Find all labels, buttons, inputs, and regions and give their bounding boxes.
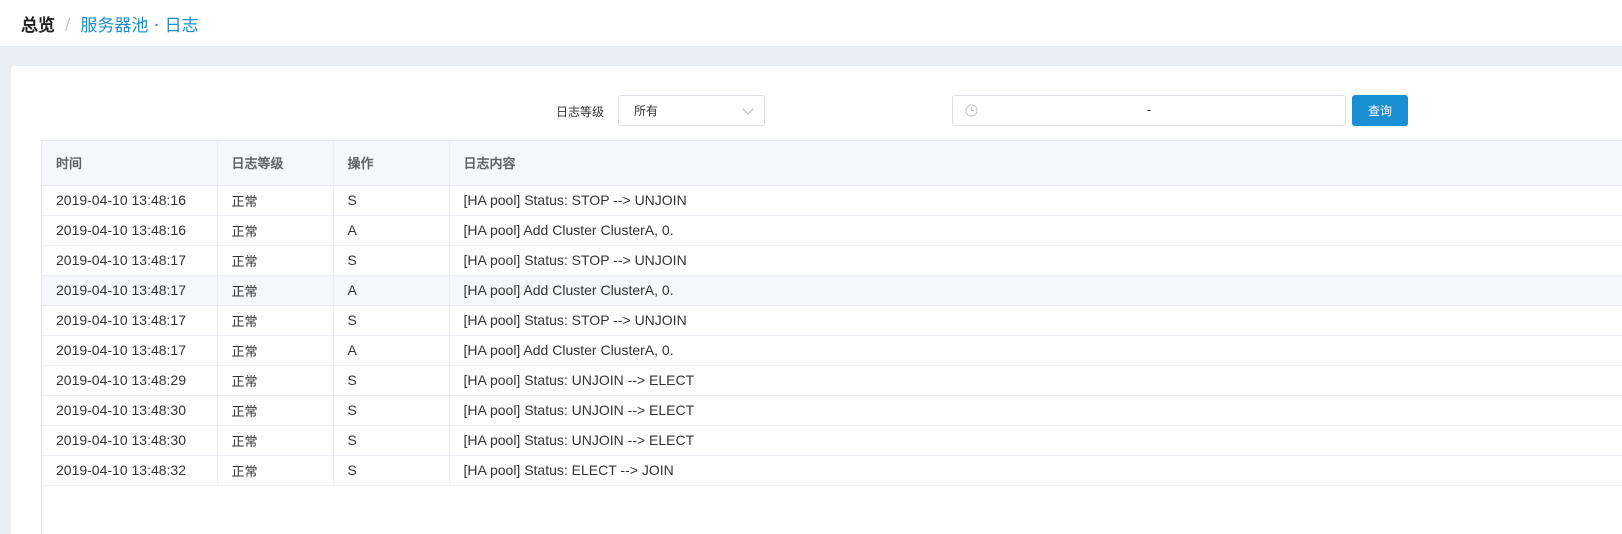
table-row[interactable]: 2019-04-10 13:48:17 正常 A [HA pool] Add C… bbox=[42, 335, 1622, 366]
breadcrumb-root[interactable]: 总览 bbox=[21, 11, 55, 36]
cell-time: 2019-04-10 13:48:17 bbox=[42, 335, 218, 366]
cell-time: 2019-04-10 13:48:17 bbox=[42, 275, 218, 306]
cell-level: 正常 bbox=[217, 305, 334, 336]
cell-content: [HA pool] Status: UNJOIN --> ELECT bbox=[449, 425, 1622, 456]
cell-level: 正常 bbox=[217, 365, 334, 396]
table-header-row: 时间 日志等级 操作 日志内容 bbox=[42, 141, 1622, 186]
column-header-content[interactable]: 日志内容 bbox=[449, 141, 1622, 186]
cell-level: 正常 bbox=[217, 215, 334, 246]
date-range-picker[interactable]: - bbox=[952, 95, 1346, 126]
cell-level: 正常 bbox=[217, 395, 334, 426]
cell-time: 2019-04-10 13:48:16 bbox=[42, 185, 218, 216]
cell-content: [HA pool] Status: UNJOIN --> ELECT bbox=[449, 395, 1622, 426]
cell-time: 2019-04-10 13:48:17 bbox=[42, 245, 218, 276]
cell-operation: S bbox=[333, 365, 450, 396]
table-row[interactable]: 2019-04-10 13:48:30 正常 S [HA pool] Statu… bbox=[42, 425, 1622, 456]
column-header-level[interactable]: 日志等级 bbox=[217, 141, 334, 186]
column-header-operation[interactable]: 操作 bbox=[333, 141, 450, 186]
log-level-select[interactable]: 所有 bbox=[618, 95, 765, 126]
cell-content: [HA pool] Add Cluster ClusterA, 0. bbox=[449, 215, 1622, 246]
log-table: 时间 日志等级 操作 日志内容 2019-04-10 13:48:16 正常 S… bbox=[41, 140, 1622, 534]
breadcrumb-separator: / bbox=[65, 13, 71, 33]
table-row[interactable]: 2019-04-10 13:48:17 正常 S [HA pool] Statu… bbox=[42, 245, 1622, 276]
table-row[interactable]: 2019-04-10 13:48:16 正常 A [HA pool] Add C… bbox=[42, 215, 1622, 246]
cell-operation: S bbox=[333, 395, 450, 426]
cell-content: [HA pool] Add Cluster ClusterA, 0. bbox=[449, 335, 1622, 366]
cell-level: 正常 bbox=[217, 245, 334, 276]
log-level-label: 日志等级 bbox=[556, 105, 605, 119]
cell-operation: A bbox=[333, 215, 450, 246]
cell-operation: S bbox=[333, 455, 450, 486]
cell-operation: S bbox=[333, 245, 450, 276]
cell-operation: S bbox=[333, 185, 450, 216]
cell-content: [HA pool] Status: ELECT --> JOIN bbox=[449, 455, 1622, 486]
cell-time: 2019-04-10 13:48:16 bbox=[42, 215, 218, 246]
cell-content: [HA pool] Status: STOP --> UNJOIN bbox=[449, 305, 1622, 336]
header-bar: 总览 / 服务器池 · 日志 bbox=[0, 0, 1622, 46]
table-row[interactable]: 2019-04-10 13:48:32 正常 S [HA pool] Statu… bbox=[42, 455, 1622, 486]
cell-operation: S bbox=[333, 425, 450, 456]
chevron-down-icon bbox=[742, 103, 754, 115]
cell-content: [HA pool] Status: STOP --> UNJOIN bbox=[449, 245, 1622, 276]
cell-time: 2019-04-10 13:48:29 bbox=[42, 365, 218, 396]
cell-level: 正常 bbox=[217, 275, 334, 306]
cell-level: 正常 bbox=[217, 455, 334, 486]
cell-time: 2019-04-10 13:48:30 bbox=[42, 395, 218, 426]
table-row[interactable]: 2019-04-10 13:48:30 正常 S [HA pool] Statu… bbox=[42, 395, 1622, 426]
table-row[interactable]: 2019-04-10 13:48:17 正常 S [HA pool] Statu… bbox=[42, 305, 1622, 336]
cell-level: 正常 bbox=[217, 185, 334, 216]
cell-operation: A bbox=[333, 275, 450, 306]
cell-content: [HA pool] Status: UNJOIN --> ELECT bbox=[449, 365, 1622, 396]
cell-time: 2019-04-10 13:48:17 bbox=[42, 305, 218, 336]
cell-content: [HA pool] Add Cluster ClusterA, 0. bbox=[449, 275, 1622, 306]
log-level-selected: 所有 bbox=[634, 104, 659, 118]
date-range-separator: - bbox=[1146, 103, 1152, 117]
column-header-time[interactable]: 时间 bbox=[42, 141, 218, 186]
cell-time: 2019-04-10 13:48:32 bbox=[42, 455, 218, 486]
cell-level: 正常 bbox=[217, 335, 334, 366]
query-button[interactable]: 查询 bbox=[1352, 95, 1408, 126]
breadcrumb-current: 服务器池 · 日志 bbox=[80, 15, 199, 36]
cell-operation: S bbox=[333, 305, 450, 336]
table-row[interactable]: 2019-04-10 13:48:29 正常 S [HA pool] Statu… bbox=[42, 365, 1622, 396]
table-row[interactable]: 2019-04-10 13:48:17 正常 A [HA pool] Add C… bbox=[42, 275, 1622, 306]
cell-level: 正常 bbox=[217, 425, 334, 456]
table-row[interactable]: 2019-04-10 13:48:16 正常 S [HA pool] Statu… bbox=[42, 185, 1622, 216]
cell-content: [HA pool] Status: STOP --> UNJOIN bbox=[449, 185, 1622, 216]
cell-time: 2019-04-10 13:48:30 bbox=[42, 425, 218, 456]
cell-operation: A bbox=[333, 335, 450, 366]
